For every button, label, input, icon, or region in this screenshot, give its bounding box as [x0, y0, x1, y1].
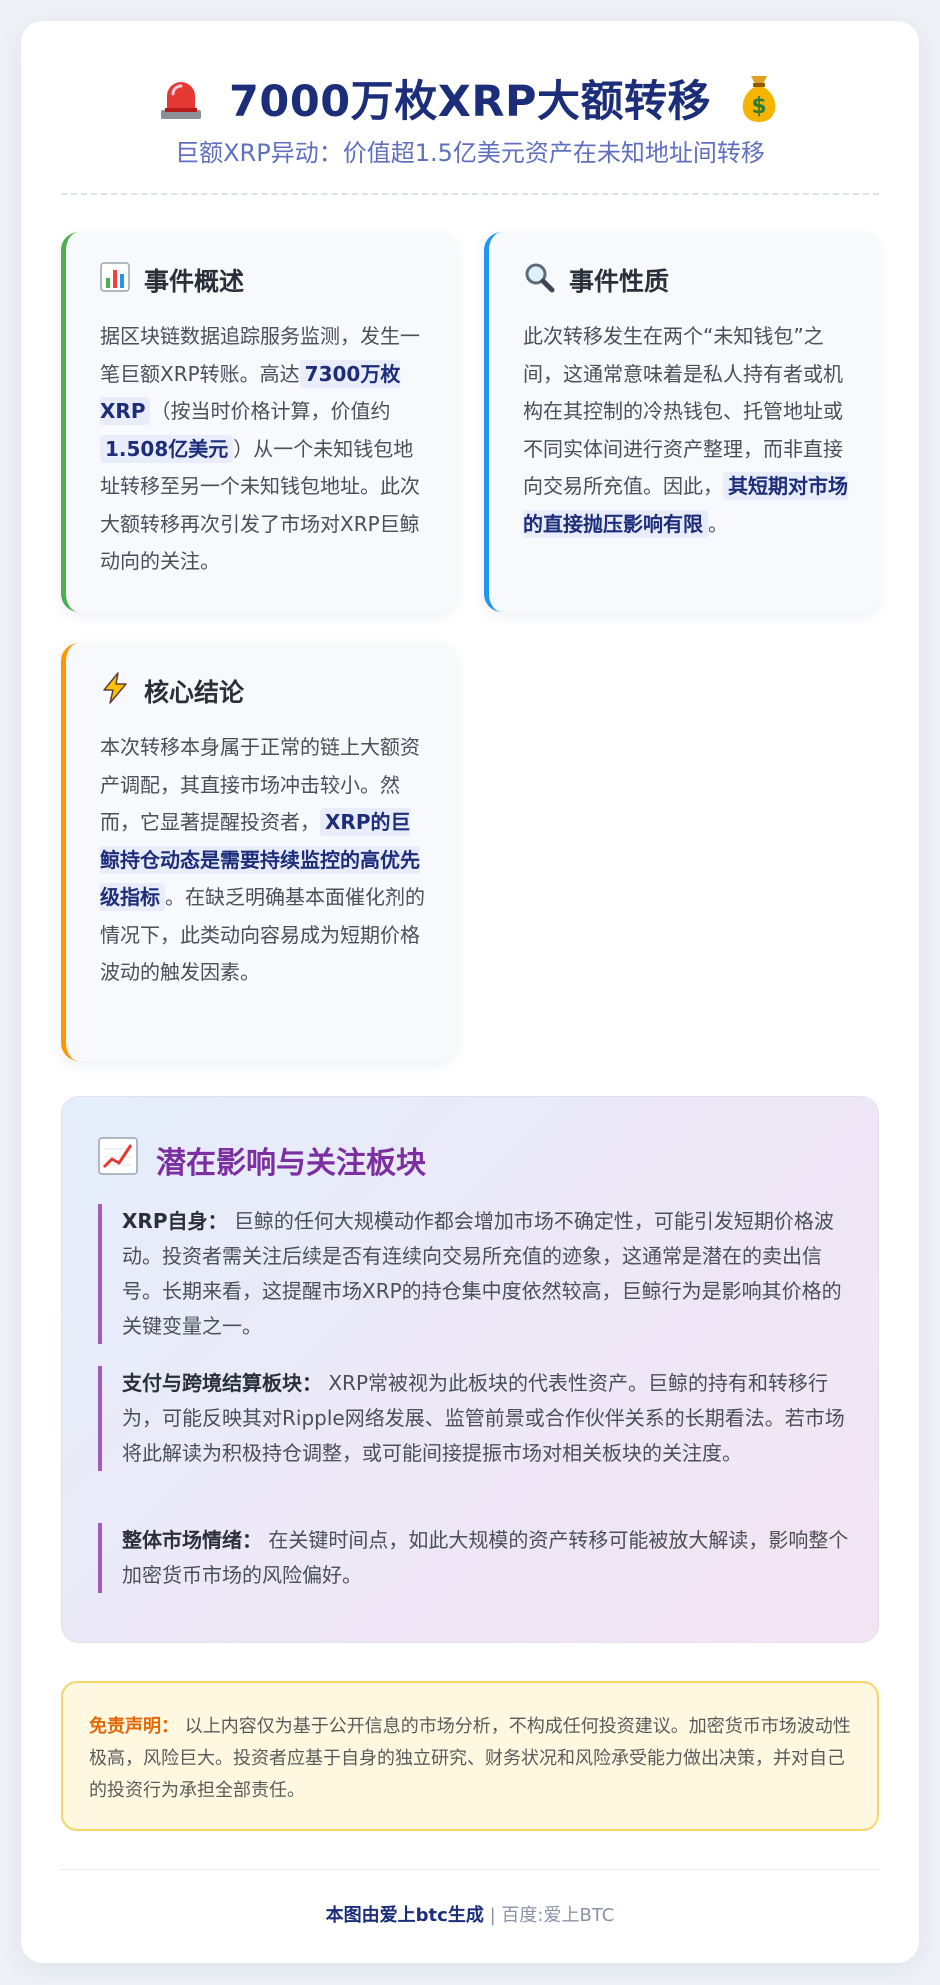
overview-box: 事件概述 据区块链数据追踪服务监测，发生一笔巨额XRP转账。高达 7300万枚XR… — [61, 232, 456, 612]
lightning-icon — [100, 672, 130, 710]
impact-item-sentiment: 整体市场情绪： 在关键时间点，如此大规模的资产转移可能被放大解读，影响整个加密货… — [98, 1523, 850, 1593]
conclusion-body: 本次转移本身属于正常的链上大额资产调配，其直接市场冲击较小。然而，它显著提醒投资… — [100, 729, 426, 992]
impact-title-text: 潜在影响与关注板块 — [156, 1146, 426, 1181]
nature-text-2: 。 — [708, 511, 728, 536]
overview-title-text: 事件概述 — [144, 267, 245, 296]
bar-chart-icon — [100, 262, 130, 298]
conclusion-title: 核心结论 — [100, 669, 426, 713]
impact-item-label: XRP自身： — [122, 1209, 228, 1233]
overview-title: 事件概述 — [100, 258, 426, 302]
nature-title: 事件性质 — [523, 258, 849, 302]
disclaimer-text: 以上内容仅为基于公开信息的市场分析，不构成任何投资建议。加密货币市场波动性极高，… — [89, 1716, 851, 1801]
overview-highlight-value: 1.508亿美元 — [100, 434, 234, 463]
conclusion-box: 核心结论 本次转移本身属于正常的链上大额资产调配，其直接市场冲击较小。然而，它显… — [61, 643, 456, 1061]
title-row: 7000万枚XRP大额转移 $ — [21, 63, 919, 133]
impact-item-label: 整体市场情绪： — [122, 1528, 262, 1552]
trend-chart-icon — [98, 1137, 138, 1183]
impact-item-payments: 支付与跨境结算板块： XRP常被视为此板块的代表性资产。巨鲸的持有和转移行为，可… — [98, 1366, 850, 1471]
footer-separator: | — [489, 1905, 496, 1926]
footer-brand: 本图由爱上btc生成 — [325, 1905, 484, 1926]
report-card: 7000万枚XRP大额转移 $ 巨额XRP异动：价值超1.5亿美元资产在未知地址… — [21, 21, 919, 1963]
svg-text:$: $ — [751, 94, 766, 119]
footer-source: 百度:爱上BTC — [501, 1905, 615, 1926]
nature-box: 事件性质 此次转移发生在两个“未知钱包”之间，这通常意味着是私人持有者或机构在其… — [484, 232, 879, 612]
disclaimer-label: 免责声明： — [89, 1716, 179, 1737]
footer: 本图由爱上btc生成 | 百度:爱上BTC — [21, 1901, 919, 1927]
impact-section: 潜在影响与关注板块 XRP自身： 巨鲸的任何大规模动作都会增加市场不确定性，可能… — [61, 1096, 879, 1643]
nature-body: 此次转移发生在两个“未知钱包”之间，这通常意味着是私人持有者或机构在其控制的冷热… — [523, 318, 849, 543]
impact-item-xrp: XRP自身： 巨鲸的任何大规模动作都会增加市场不确定性，可能引发短期价格波动。投… — [98, 1204, 850, 1344]
siren-icon — [155, 72, 207, 124]
page-title: 7000万枚XRP大额转移 — [229, 77, 711, 127]
overview-text-2: （按当时价格计算，价值约 — [150, 399, 391, 423]
conclusion-title-text: 核心结论 — [144, 678, 245, 707]
impact-item-label: 支付与跨境结算板块： — [122, 1371, 322, 1395]
overview-body: 据区块链数据追踪服务监测，发生一笔巨额XRP转账。高达 7300万枚XRP （按当时… — [100, 318, 426, 581]
magnifier-icon — [523, 261, 555, 299]
impact-item-text: 巨鲸的任何大规模动作都会增加市场不确定性，可能引发短期价格波动。投资者需关注后续… — [122, 1209, 842, 1338]
money-bag-icon: $ — [733, 70, 785, 126]
impact-title: 潜在影响与关注板块 — [98, 1135, 426, 1185]
page-subtitle: 巨额XRP异动：价值超1.5亿美元资产在未知地址间转移 — [175, 139, 765, 167]
header-divider — [61, 193, 879, 195]
disclaimer-box: 免责声明： 以上内容仅为基于公开信息的市场分析，不构成任何投资建议。加密货币市场… — [61, 1681, 879, 1831]
footer-divider — [61, 1869, 879, 1870]
nature-title-text: 事件性质 — [569, 267, 670, 296]
